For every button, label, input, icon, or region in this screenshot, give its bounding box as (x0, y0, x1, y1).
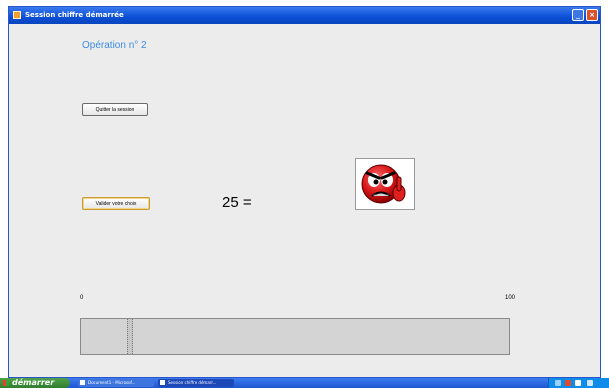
taskbar-item-label: Document1 - Microsof... (88, 380, 136, 385)
title-bar: Session chiffre démarrée _ × (9, 7, 600, 24)
equation-text: 25 = (222, 194, 252, 211)
app-icon (160, 380, 165, 385)
angry-face-icon (361, 164, 406, 204)
taskbar: démarrer Document1 - Microsof... Session… (0, 378, 609, 388)
slider-max-label: 100 (505, 295, 516, 301)
start-label: démarrer (12, 378, 55, 387)
system-tray (548, 378, 609, 388)
app-icon (13, 11, 21, 19)
clock-icon[interactable] (587, 380, 593, 386)
security-shield-icon[interactable] (565, 380, 571, 386)
volume-icon[interactable] (575, 380, 581, 386)
answer-slider[interactable] (80, 318, 510, 355)
operation-title: Opération n° 2 (82, 40, 147, 51)
quit-session-button[interactable]: Quitter la session (82, 103, 148, 116)
network-icon[interactable] (555, 380, 561, 386)
window-title: Session chiffre démarrée (25, 11, 124, 19)
taskbar-item-session[interactable]: Session chiffre démarr... (158, 379, 234, 387)
taskbar-item-label: Session chiffre démarr... (168, 380, 217, 385)
minimize-button[interactable]: _ (572, 9, 584, 21)
start-button[interactable]: démarrer (0, 378, 70, 388)
slider-min-label: 0 (80, 295, 84, 301)
windows-flag-icon (3, 380, 9, 386)
validate-choice-button[interactable]: Valider votre choix (82, 197, 150, 210)
taskbar-item-document[interactable]: Document1 - Microsof... (78, 379, 154, 387)
slider-thumb[interactable] (127, 319, 133, 354)
emoticon-frame (355, 158, 415, 210)
word-document-icon (80, 380, 85, 385)
close-button[interactable]: × (586, 9, 598, 21)
